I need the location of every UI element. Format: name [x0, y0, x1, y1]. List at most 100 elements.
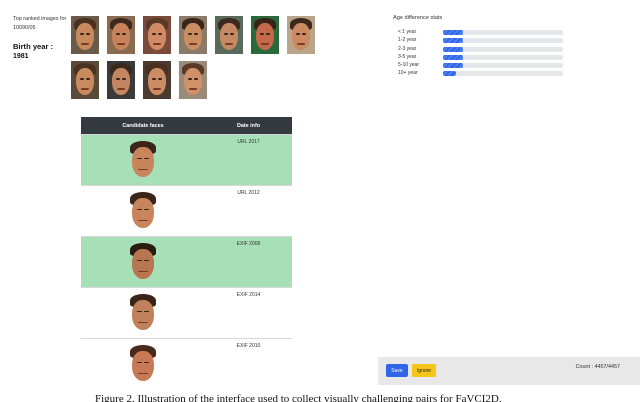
ignore-button[interactable]: Ignore — [412, 364, 436, 377]
candidate-face-image[interactable] — [126, 343, 160, 385]
candidate-face-image[interactable] — [126, 190, 160, 232]
date-info-cell: EXIF 2014 — [236, 292, 261, 298]
face — [112, 23, 130, 50]
age-difference-stats: Age difference stats < 1 year 1-2 year 2-3… — [393, 15, 573, 79]
face — [184, 23, 202, 50]
candidate-table: Candidate faces Date info URL 2017 URL 20… — [81, 117, 292, 389]
right-eye — [86, 33, 90, 35]
birth-year-value: 1981 — [13, 53, 29, 60]
ranked-face-thumbnail[interactable] — [143, 61, 171, 99]
left-eye — [116, 33, 120, 35]
date-info-cell: EXIF 2009 — [236, 241, 261, 247]
mouth — [297, 43, 305, 45]
date-info-cell: URL 2017 — [237, 139, 260, 145]
left-eye — [188, 33, 192, 35]
left-eye — [152, 33, 156, 35]
face — [112, 68, 130, 95]
stat-progress-track — [443, 38, 563, 44]
right-eye — [86, 78, 90, 80]
left-eye — [116, 78, 120, 80]
ranked-face-thumbnail[interactable] — [251, 16, 279, 54]
stat-row: 5-10 year — [393, 62, 573, 70]
stat-label: 3-5 year — [398, 53, 417, 60]
face — [76, 68, 94, 95]
mouth — [81, 43, 89, 45]
right-eye — [302, 33, 306, 35]
stat-row: 3-5 year — [393, 54, 573, 62]
face — [76, 23, 94, 50]
face — [132, 248, 154, 279]
candidate-face-image[interactable] — [126, 292, 160, 334]
face — [292, 23, 310, 50]
ranked-face-thumbnail[interactable] — [179, 61, 207, 99]
table-row[interactable]: URL 2017 — [81, 134, 292, 185]
right-eye — [194, 33, 198, 35]
right-eye — [194, 78, 198, 80]
face — [184, 68, 202, 95]
ranked-images-caption: Top ranked images for 10090/05 — [13, 16, 67, 31]
table-row[interactable]: URL 2012 — [81, 185, 292, 236]
stat-label: 5-10 year — [398, 62, 420, 69]
candidate-face-image[interactable] — [126, 241, 160, 283]
stat-progress-fill — [443, 63, 464, 69]
stat-progress-track — [443, 71, 563, 77]
left-eye — [224, 33, 228, 35]
stat-row: 2-3 year — [393, 46, 573, 54]
right-eye — [122, 78, 126, 80]
table-row[interactable]: EXIF 2014 — [81, 287, 292, 338]
mouth — [153, 88, 161, 90]
stat-progress-fill — [443, 54, 464, 60]
stat-row: 10+ year — [393, 70, 573, 78]
table-header: Candidate faces Date info — [81, 117, 292, 134]
face — [148, 23, 166, 50]
table-row[interactable]: EXIF 2009 — [81, 236, 292, 287]
save-button[interactable]: Save — [386, 364, 408, 377]
mouth — [225, 43, 233, 45]
ranked-face-thumbnail[interactable] — [71, 61, 99, 99]
left-eye — [260, 33, 264, 35]
stat-row: 1-2 year — [393, 37, 573, 45]
ranked-face-thumbnail[interactable] — [143, 16, 171, 54]
right-eye — [266, 33, 270, 35]
right-eye — [158, 78, 162, 80]
ranked-face-thumbnail[interactable] — [287, 16, 315, 54]
mouth — [189, 88, 197, 90]
left-eye — [80, 33, 84, 35]
stat-row: < 1 year — [393, 29, 573, 37]
bottom-action-bar: Save Ignore Count : 4457/4457 — [378, 357, 640, 385]
stat-label: 2-3 year — [398, 45, 417, 52]
left-eye — [188, 78, 192, 80]
table-row[interactable]: EXIF 2010 — [81, 338, 292, 389]
date-info-cell: EXIF 2010 — [236, 343, 261, 349]
header-candidate-faces: Candidate faces — [122, 123, 164, 129]
stat-progress-fill — [443, 71, 457, 77]
ranked-face-thumbnail[interactable] — [107, 61, 135, 99]
right-eye — [122, 33, 126, 35]
mouth — [189, 43, 197, 45]
candidate-face-image[interactable] — [126, 139, 160, 181]
stat-progress-track — [443, 30, 563, 35]
face — [220, 23, 238, 50]
mouth — [261, 43, 269, 45]
left-eye — [152, 78, 156, 80]
stat-progress-track — [443, 46, 563, 52]
figure-caption: Figure 2. Illustration of the interface … — [95, 393, 502, 402]
stat-label: 10+ year — [398, 70, 418, 77]
mouth — [117, 43, 125, 45]
face — [132, 299, 154, 330]
face — [148, 68, 166, 95]
ranked-face-thumbnail[interactable] — [71, 16, 99, 54]
date-info-cell: URL 2012 — [237, 190, 260, 196]
stats-title: Age difference stats — [393, 15, 443, 21]
header-date-info: Date info — [236, 123, 261, 129]
ranked-face-thumbnail[interactable] — [179, 16, 207, 54]
stat-label: 1-2 year — [398, 37, 417, 44]
stat-progress-fill — [443, 46, 464, 52]
ranked-face-thumbnail[interactable] — [107, 16, 135, 54]
ranked-face-thumbnail[interactable] — [215, 16, 243, 54]
face — [132, 146, 154, 177]
stat-progress-fill — [443, 30, 464, 35]
left-eye — [296, 33, 300, 35]
right-eye — [158, 33, 162, 35]
face — [132, 197, 154, 228]
